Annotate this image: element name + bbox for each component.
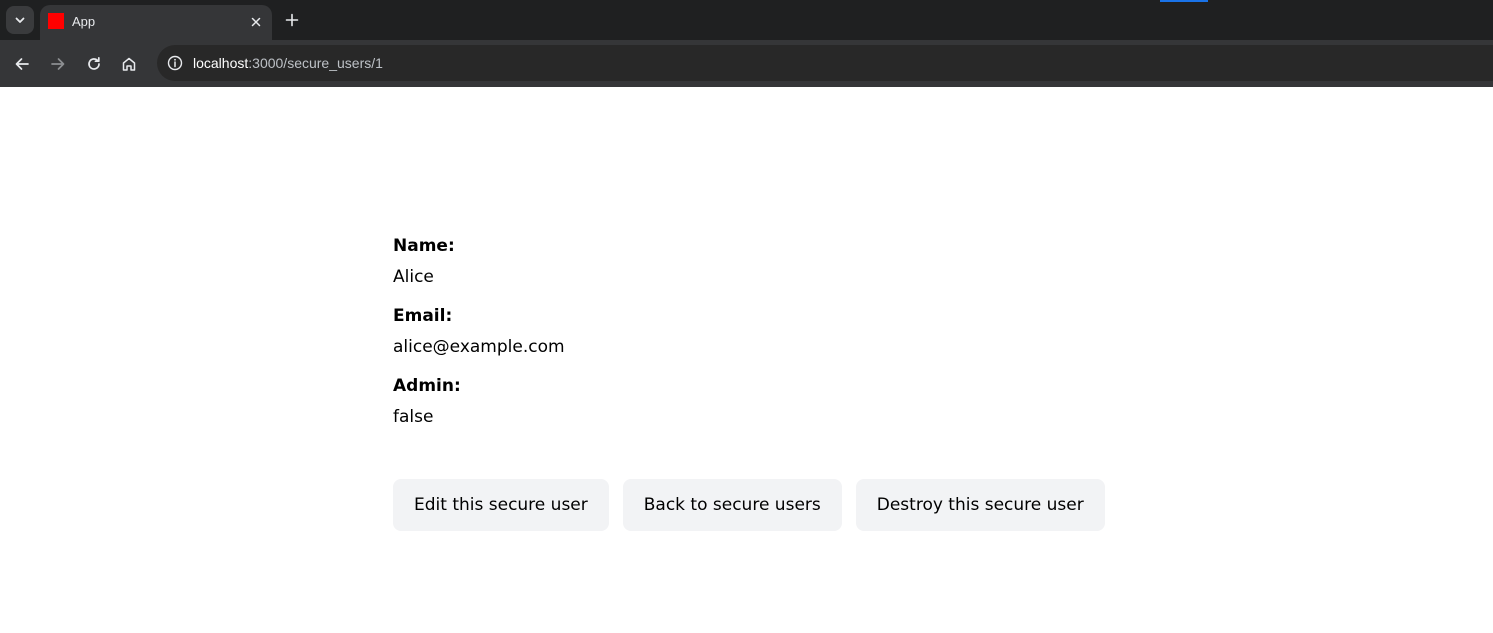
browser-tab[interactable]: App — [40, 5, 272, 40]
url-path: :3000/secure_users/1 — [248, 55, 383, 71]
name-field: Name: Alice — [393, 235, 1193, 288]
forward-button[interactable] — [44, 50, 72, 78]
email-field: Email: alice@example.com — [393, 305, 1193, 358]
reload-button[interactable] — [80, 50, 108, 78]
admin-label: Admin: — [393, 376, 461, 396]
edit-secure-user-button[interactable]: Edit this secure user — [393, 479, 609, 531]
browser-toolbar: localhost:3000/secure_users/1 — [0, 40, 1493, 87]
new-tab-button[interactable] — [281, 9, 303, 31]
tab-search-button[interactable] — [6, 6, 34, 34]
back-to-secure-users-button[interactable]: Back to secure users — [622, 479, 842, 531]
secure-user-details: Name: Alice Email: alice@example.com Adm… — [393, 233, 1193, 445]
info-icon — [167, 55, 183, 71]
arrow-right-icon — [51, 58, 65, 70]
name-label: Name: — [393, 236, 455, 256]
tab-favicon — [48, 13, 64, 29]
url-text[interactable]: localhost:3000/secure_users/1 — [193, 55, 383, 71]
site-info-button[interactable] — [163, 51, 187, 75]
reload-icon — [88, 56, 100, 70]
browser-tabstrip: App — [0, 0, 1493, 40]
home-button[interactable] — [115, 50, 143, 78]
admin-field: Admin: false — [393, 375, 1193, 428]
tab-title: App — [72, 14, 96, 29]
tab-close-button[interactable] — [246, 12, 266, 32]
destroy-secure-user-button[interactable]: Destroy this secure user — [855, 479, 1105, 531]
email-value: alice@example.com — [393, 337, 565, 357]
back-button[interactable] — [8, 50, 36, 78]
name-value: Alice — [393, 267, 434, 287]
close-icon — [251, 17, 261, 27]
url-host: localhost — [193, 55, 249, 71]
arrow-left-icon — [15, 58, 29, 70]
plus-icon — [285, 13, 299, 27]
action-buttons: Edit this secure user Back to secure use… — [393, 479, 1105, 531]
accent-indicator — [1160, 0, 1208, 2]
admin-value: false — [393, 407, 434, 427]
email-label: Email: — [393, 306, 453, 326]
address-bar[interactable]: localhost:3000/secure_users/1 — [157, 45, 1493, 81]
home-icon — [122, 57, 136, 71]
chevron-down-icon — [15, 17, 25, 23]
